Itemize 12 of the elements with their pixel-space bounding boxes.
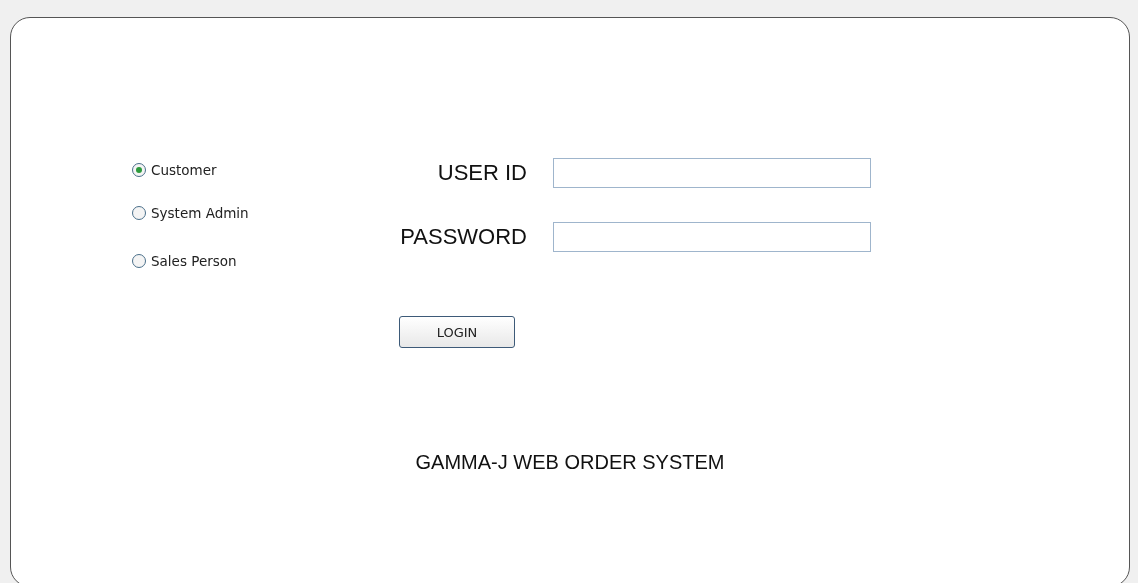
- radio-label[interactable]: Customer: [151, 162, 217, 178]
- input-field[interactable]: [553, 158, 871, 188]
- field-label: PASSWORD: [400, 224, 527, 250]
- login-button[interactable]: LOGIN: [399, 316, 515, 348]
- radio-button[interactable]: [132, 254, 146, 268]
- input-field[interactable]: [553, 222, 871, 252]
- system-title: GAMMA-J WEB ORDER SYSTEM: [414, 451, 726, 474]
- radio-label[interactable]: System Admin: [151, 205, 249, 221]
- radio-button[interactable]: [132, 206, 146, 220]
- field-label: USER ID: [437, 160, 527, 186]
- radio-button[interactable]: [132, 163, 146, 177]
- radio-label[interactable]: Sales Person: [151, 253, 237, 269]
